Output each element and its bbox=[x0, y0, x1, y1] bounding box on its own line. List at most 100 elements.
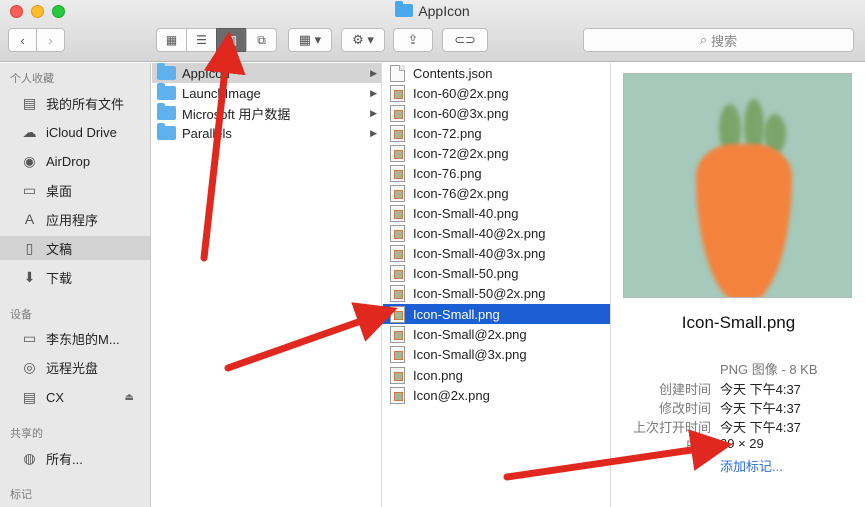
file-row[interactable]: Icon-60@3x.png bbox=[383, 103, 610, 123]
file-row-selected[interactable]: Icon-Small.png bbox=[383, 304, 610, 324]
icon-view-button[interactable]: ▦ bbox=[156, 28, 187, 52]
folder-name: LaunchImage bbox=[182, 85, 261, 101]
sidebar-item-desktop[interactable]: ▭ 桌面 bbox=[0, 178, 150, 202]
json-file-icon bbox=[390, 64, 405, 82]
sidebar-item-remote-disc[interactable]: ◎ 远程光盘 bbox=[0, 355, 150, 379]
applications-icon: A bbox=[24, 211, 35, 227]
favorites-header: 个人收藏 bbox=[10, 73, 54, 85]
eject-icon[interactable]: ⏏ bbox=[125, 392, 134, 403]
sidebar-item-all-shared[interactable]: ◍ 所有... bbox=[0, 446, 150, 470]
column-view-button[interactable]: ▥ bbox=[216, 28, 247, 52]
created-value: 今天 下午4:37 bbox=[720, 382, 801, 397]
png-file-icon bbox=[390, 124, 405, 142]
preview-kind: PNG 图像 - 8 KB bbox=[720, 362, 818, 377]
columns-icon: ▥ bbox=[225, 33, 238, 47]
folder-row-parallels[interactable]: Parallels ▶ bbox=[152, 123, 381, 143]
preview-pane: Icon-Small.png PNG 图像 - 8 KB 创建时间 今天 下午4… bbox=[612, 63, 865, 507]
chevron-right-icon: ▶ bbox=[370, 87, 377, 98]
devices-header: 设备 bbox=[10, 309, 32, 321]
folder-row-launchimage[interactable]: LaunchImage ▶ bbox=[152, 83, 381, 103]
search-field[interactable]: ⌕ 搜索 bbox=[583, 28, 854, 52]
search-placeholder: 搜索 bbox=[711, 33, 738, 49]
cloud-icon: ☁ bbox=[22, 123, 37, 140]
chevron-right-icon: ▶ bbox=[370, 107, 377, 118]
sidebar-item-downloads[interactable]: ⬇ 下载 bbox=[0, 265, 150, 289]
folder-icon bbox=[395, 1, 414, 17]
file-row[interactable]: Icon-60@2x.png bbox=[383, 83, 610, 103]
folder-icon bbox=[157, 123, 176, 140]
laptop-icon: ▭ bbox=[22, 329, 37, 346]
folder-name: Microsoft 用户数据 bbox=[182, 106, 291, 122]
network-icon: ◍ bbox=[23, 449, 36, 466]
file-name: Icon-76.png bbox=[413, 165, 482, 181]
folder-name: Parallels bbox=[182, 125, 232, 141]
file-row[interactable]: Icon.png bbox=[383, 365, 610, 385]
file-name: Icon-Small-40.png bbox=[413, 205, 519, 221]
sidebar-item-cx[interactable]: ▤ CX ⏏ bbox=[0, 385, 150, 409]
png-file-icon bbox=[390, 264, 405, 282]
png-file-icon bbox=[390, 224, 405, 242]
cover-flow-button[interactable]: ⧉ bbox=[246, 28, 277, 52]
file-row[interactable]: Icon-Small-50@2x.png bbox=[383, 283, 610, 303]
drive-icon: ▤ bbox=[22, 388, 37, 405]
file-row[interactable]: Icon-76.png bbox=[383, 163, 610, 183]
file-row[interactable]: Icon-Small@3x.png bbox=[383, 344, 610, 364]
sidebar-item-label: 文稿 bbox=[46, 241, 73, 257]
file-name: Icon-Small-50@2x.png bbox=[413, 285, 546, 301]
tag-button[interactable]: ⊂⊃ bbox=[442, 28, 488, 52]
chevron-right-icon: ▶ bbox=[370, 127, 377, 138]
png-file-icon bbox=[390, 184, 405, 202]
png-file-icon bbox=[390, 386, 405, 404]
disc-icon: ◎ bbox=[23, 358, 36, 375]
column-browser-1: AppIcon ▶ LaunchImage ▶ Microsoft 用户数据 ▶ Pa… bbox=[152, 63, 382, 507]
file-name: Icon-Small@2x.png bbox=[413, 326, 527, 342]
last-opened-value: 今天 下午4:37 bbox=[720, 420, 801, 435]
file-name: Icon-Small-50.png bbox=[413, 265, 519, 281]
file-row[interactable]: Icon-Small-40@2x.png bbox=[383, 223, 610, 243]
sidebar-item-label: AirDrop bbox=[46, 153, 91, 169]
file-row[interactable]: Icon-Small-40.png bbox=[383, 203, 610, 223]
sidebar-item-all-files[interactable]: ▤ 我的所有文件 bbox=[0, 91, 150, 115]
sidebar-item-mac[interactable]: ▭ 李东旭的M... bbox=[0, 326, 150, 350]
image-thumbnail bbox=[623, 73, 852, 298]
file-row[interactable]: Icon-76@2x.png bbox=[383, 183, 610, 203]
file-row[interactable]: Icon-72.png bbox=[383, 123, 610, 143]
carrot-image bbox=[696, 144, 792, 297]
column-browser-2: Contents.json Icon-60@2x.png Icon-60@3x.… bbox=[383, 63, 611, 507]
file-row[interactable]: Icon@2x.png bbox=[383, 385, 610, 405]
sidebar-item-airdrop[interactable]: ◉ AirDrop bbox=[0, 149, 150, 173]
png-file-icon bbox=[390, 164, 405, 182]
folder-row-appicon[interactable]: AppIcon ▶ bbox=[152, 63, 381, 83]
sidebar-item-icloud[interactable]: ☁ iCloud Drive bbox=[0, 120, 150, 144]
folder-row-microsoft[interactable]: Microsoft 用户数据 ▶ bbox=[152, 103, 381, 123]
sidebar-item-applications[interactable]: A 应用程序 bbox=[0, 207, 150, 231]
arrange-button[interactable]: ▦ ▾ bbox=[288, 28, 332, 52]
png-file-icon bbox=[390, 244, 405, 262]
window-title-text: AppIcon bbox=[418, 3, 470, 19]
png-file-icon bbox=[390, 104, 405, 122]
sidebar-item-label: 我的所有文件 bbox=[46, 96, 125, 112]
back-button[interactable]: ‹ bbox=[8, 28, 37, 52]
file-row[interactable]: Icon-Small-40@3x.png bbox=[383, 243, 610, 263]
file-name: Icon-Small.png bbox=[413, 306, 500, 322]
file-name: Icon-72.png bbox=[413, 125, 482, 141]
file-row[interactable]: Contents.json bbox=[383, 63, 610, 83]
file-name: Icon-60@2x.png bbox=[413, 85, 509, 101]
file-row[interactable]: Icon-72@2x.png bbox=[383, 143, 610, 163]
file-row[interactable]: Icon-Small-50.png bbox=[383, 263, 610, 283]
list-view-button[interactable]: ☰ bbox=[186, 28, 217, 52]
desktop-icon: ▭ bbox=[22, 181, 37, 198]
folder-name: AppIcon bbox=[182, 65, 230, 81]
file-name: Icon-60@3x.png bbox=[413, 105, 509, 121]
created-label: 创建时间 bbox=[658, 382, 711, 397]
file-row[interactable]: Icon-Small@2x.png bbox=[383, 324, 610, 344]
png-file-icon bbox=[390, 305, 405, 323]
forward-button[interactable]: › bbox=[36, 28, 65, 52]
sidebar-item-documents[interactable]: ▯ 文稿 bbox=[0, 236, 150, 260]
share-button[interactable]: ⇪ bbox=[393, 28, 433, 52]
add-tags-link[interactable]: 添加标记... bbox=[720, 456, 783, 475]
action-button[interactable]: ⚙ ▾ bbox=[341, 28, 385, 52]
file-name: Icon-72@2x.png bbox=[413, 145, 509, 161]
file-name: Icon.png bbox=[413, 367, 463, 383]
chevron-right-icon: › bbox=[48, 32, 53, 48]
